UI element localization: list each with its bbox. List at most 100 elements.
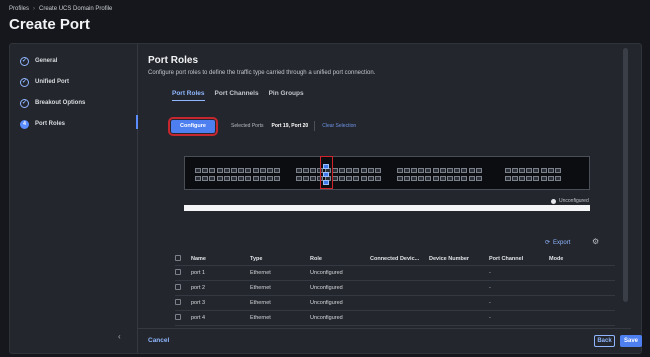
switch-port[interactable]	[346, 176, 353, 181]
switch-port[interactable]	[259, 176, 266, 181]
switch-port[interactable]	[360, 168, 367, 173]
switch-port[interactable]	[259, 168, 266, 173]
switch-port[interactable]	[310, 168, 317, 173]
clear-selection-link[interactable]: Clear Selection	[322, 123, 356, 129]
switch-port[interactable]	[339, 168, 345, 173]
switch-port[interactable]	[439, 176, 446, 181]
switch-port[interactable]	[547, 176, 554, 181]
column-type[interactable]: Type	[250, 256, 310, 262]
switch-port[interactable]	[475, 168, 482, 173]
port-scroll-track[interactable]	[184, 205, 590, 211]
switch-port[interactable]	[461, 168, 468, 173]
switch-port[interactable]	[547, 168, 554, 173]
switch-port[interactable]	[252, 176, 259, 181]
switch-port[interactable]	[511, 176, 518, 181]
row-checkbox[interactable]	[175, 284, 191, 292]
switch-port[interactable]	[274, 176, 281, 181]
gear-icon[interactable]: ⚙	[592, 237, 599, 246]
switch-port[interactable]	[231, 176, 237, 181]
switch-port[interactable]	[418, 176, 425, 181]
switch-port[interactable]	[223, 168, 230, 173]
switch-port[interactable]	[461, 176, 468, 181]
switch-port[interactable]	[303, 176, 309, 181]
switch-port[interactable]	[267, 176, 273, 181]
table-row[interactable]: port 1 Ethernet Unconfigured -	[175, 266, 615, 281]
switch-port[interactable]	[533, 176, 540, 181]
port-scroll-thumb[interactable]	[184, 205, 590, 211]
switch-port[interactable]	[223, 176, 230, 181]
column-port-channel[interactable]: Port Channel	[489, 256, 549, 262]
switch-port[interactable]	[504, 176, 511, 181]
column-role[interactable]: Role	[310, 256, 370, 262]
switch-port[interactable]	[454, 176, 461, 181]
switch-port[interactable]	[447, 176, 453, 181]
switch-port[interactable]	[209, 168, 216, 173]
tab-pin-groups[interactable]: Pin Groups	[269, 90, 304, 101]
select-all-checkbox[interactable]	[175, 254, 191, 263]
switch-port[interactable]	[432, 176, 439, 181]
row-checkbox[interactable]	[175, 314, 191, 322]
switch-port[interactable]	[519, 176, 525, 181]
step-breakout-options[interactable]: ✓ Breakout Options	[20, 96, 85, 110]
switch-port[interactable]	[295, 168, 302, 173]
configure-button[interactable]: Configure	[168, 116, 218, 136]
switch-port[interactable]	[519, 168, 525, 173]
switch-port[interactable]	[295, 176, 302, 181]
switch-port[interactable]	[511, 168, 518, 173]
switch-port[interactable]	[425, 176, 432, 181]
switch-port[interactable]	[245, 176, 252, 181]
switch-port[interactable]	[475, 176, 482, 181]
step-general[interactable]: ✓ General	[20, 54, 57, 68]
table-row[interactable]: port 4 Ethernet Unconfigured -	[175, 311, 615, 326]
export-button[interactable]: ⟳ Export	[545, 239, 570, 247]
switch-port[interactable]	[202, 168, 209, 173]
switch-port[interactable]	[238, 168, 245, 173]
row-checkbox[interactable]	[175, 299, 191, 307]
switch-port[interactable]	[353, 168, 360, 173]
switch-port[interactable]	[231, 168, 237, 173]
switch-port[interactable]	[540, 176, 547, 181]
switch-port[interactable]	[195, 176, 201, 181]
switch-port[interactable]	[209, 176, 216, 181]
switch-port[interactable]	[195, 168, 201, 173]
switch-port[interactable]	[403, 168, 410, 173]
switch-port[interactable]	[274, 168, 281, 173]
switch-port[interactable]	[411, 168, 417, 173]
switch-port[interactable]	[533, 168, 540, 173]
switch-port[interactable]	[245, 168, 252, 173]
row-checkbox[interactable]	[175, 269, 191, 277]
switch-port[interactable]	[439, 168, 446, 173]
back-button[interactable]: Back	[594, 335, 615, 347]
column-device-number[interactable]: Device Number	[429, 256, 489, 262]
switch-port[interactable]	[468, 176, 475, 181]
switch-port[interactable]	[454, 168, 461, 173]
switch-port[interactable]	[310, 176, 317, 181]
breadcrumb-create-domain-profile[interactable]: Create UCS Domain Profile	[39, 6, 112, 12]
switch-port[interactable]	[267, 168, 273, 173]
switch-port[interactable]	[468, 168, 475, 173]
switch-port[interactable]	[303, 168, 309, 173]
column-connected-device[interactable]: Connected Devic...	[370, 256, 429, 262]
switch-port[interactable]	[252, 168, 259, 173]
switch-port[interactable]	[396, 168, 403, 173]
switch-port[interactable]	[375, 176, 381, 181]
tab-port-channels[interactable]: Port Channels	[215, 90, 259, 101]
step-unified-port[interactable]: ✓ Unified Port	[20, 75, 69, 89]
switch-port[interactable]	[396, 176, 403, 181]
switch-port[interactable]	[418, 168, 425, 173]
switch-port[interactable]	[555, 176, 561, 181]
column-mode[interactable]: Mode	[549, 256, 589, 262]
scrollbar[interactable]	[623, 48, 628, 302]
switch-port[interactable]	[375, 168, 381, 173]
switch-port[interactable]	[202, 176, 209, 181]
switch-port[interactable]	[216, 168, 223, 173]
switch-port[interactable]	[360, 176, 367, 181]
column-name[interactable]: Name	[191, 256, 250, 262]
switch-port[interactable]	[216, 176, 223, 181]
switch-port[interactable]	[526, 168, 533, 173]
switch-port[interactable]	[238, 176, 245, 181]
switch-port[interactable]	[353, 176, 360, 181]
table-row[interactable]: port 3 Ethernet Unconfigured -	[175, 296, 615, 311]
switch-port[interactable]	[540, 168, 547, 173]
switch-port[interactable]	[447, 168, 453, 173]
